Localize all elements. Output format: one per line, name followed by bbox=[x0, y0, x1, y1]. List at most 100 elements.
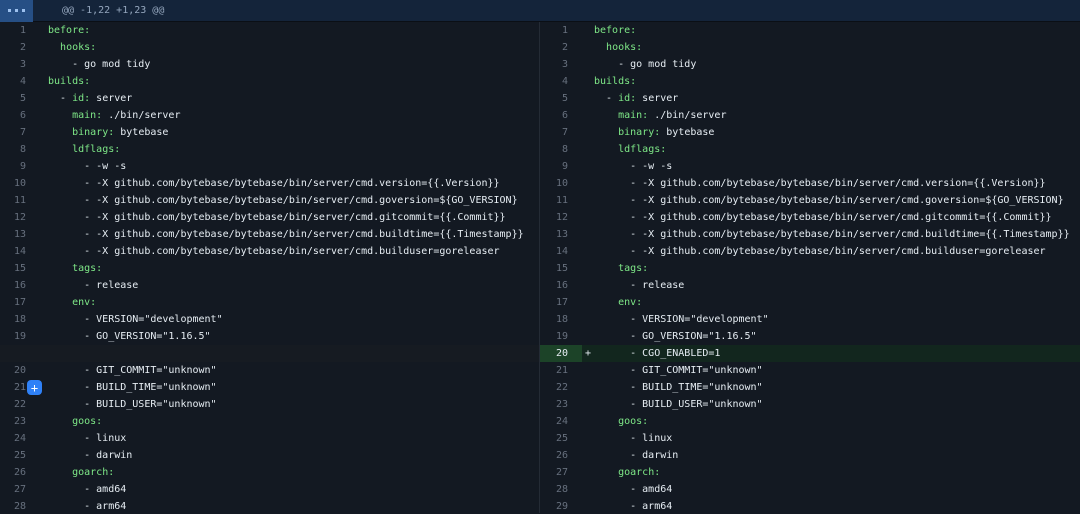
line-number[interactable]: 17 bbox=[540, 294, 582, 311]
line-number[interactable]: 3 bbox=[0, 56, 36, 73]
diff-row: 4builds: bbox=[540, 73, 1080, 90]
code-line: main: ./bin/server bbox=[48, 107, 539, 124]
code-line: builds: bbox=[48, 73, 539, 90]
diff-row: 26 - darwin bbox=[540, 447, 1080, 464]
line-number[interactable]: 11 bbox=[540, 192, 582, 209]
diff-row: 2 hooks: bbox=[0, 39, 539, 56]
line-number[interactable]: 2 bbox=[540, 39, 582, 56]
line-number[interactable]: 7 bbox=[540, 124, 582, 141]
diff-marker bbox=[36, 243, 48, 260]
line-number[interactable]: 20 bbox=[0, 362, 36, 379]
line-number[interactable]: 18 bbox=[0, 311, 36, 328]
line-number[interactable]: 1 bbox=[540, 22, 582, 39]
diff-row: 8 ldflags: bbox=[540, 141, 1080, 158]
hunk-header: @@ -1,22 +1,23 @@ bbox=[62, 5, 164, 16]
line-number[interactable]: 12 bbox=[0, 209, 36, 226]
add-comment-button[interactable]: + bbox=[27, 380, 42, 395]
code-line: - -X github.com/bytebase/bytebase/bin/se… bbox=[594, 226, 1080, 243]
code-line: - -X github.com/bytebase/bytebase/bin/se… bbox=[48, 175, 539, 192]
line-number[interactable]: 17 bbox=[0, 294, 36, 311]
line-number[interactable]: 6 bbox=[0, 107, 36, 124]
diff-row: 18 - VERSION="development" bbox=[0, 311, 539, 328]
line-number[interactable]: 10 bbox=[0, 175, 36, 192]
diff-row: 25 - linux bbox=[540, 430, 1080, 447]
code-line: env: bbox=[594, 294, 1080, 311]
line-number[interactable]: 14 bbox=[540, 243, 582, 260]
line-number[interactable]: 22 bbox=[540, 379, 582, 396]
code-line: - go mod tidy bbox=[48, 56, 539, 73]
diff-marker bbox=[582, 39, 594, 56]
line-number[interactable]: 12 bbox=[540, 209, 582, 226]
line-number[interactable]: 15 bbox=[0, 260, 36, 277]
line-number[interactable]: 21 bbox=[540, 362, 582, 379]
line-number[interactable]: 20 bbox=[540, 345, 582, 362]
line-number[interactable]: 1 bbox=[0, 22, 36, 39]
code-line: ldflags: bbox=[48, 141, 539, 158]
line-number[interactable]: 22 bbox=[0, 396, 36, 413]
line-number[interactable]: 29 bbox=[540, 498, 582, 513]
line-number[interactable]: 2 bbox=[0, 39, 36, 56]
diff-marker bbox=[36, 107, 48, 124]
line-number[interactable]: 23 bbox=[540, 396, 582, 413]
line-number[interactable]: 9 bbox=[0, 158, 36, 175]
line-number[interactable]: 24 bbox=[540, 413, 582, 430]
diff-row: 6 main: ./bin/server bbox=[540, 107, 1080, 124]
diff-row: 19 - GO_VERSION="1.16.5" bbox=[0, 328, 539, 345]
line-number[interactable]: 9 bbox=[540, 158, 582, 175]
line-number[interactable]: 16 bbox=[0, 277, 36, 294]
diff-marker bbox=[582, 277, 594, 294]
line-number[interactable]: 26 bbox=[0, 464, 36, 481]
line-number[interactable]: 28 bbox=[540, 481, 582, 498]
code-line: goarch: bbox=[594, 464, 1080, 481]
line-number[interactable]: 18 bbox=[540, 311, 582, 328]
line-number[interactable]: 5 bbox=[0, 90, 36, 107]
line-number[interactable]: 23 bbox=[0, 413, 36, 430]
line-number[interactable]: 8 bbox=[540, 141, 582, 158]
diff-row: 12 - -X github.com/bytebase/bytebase/bin… bbox=[0, 209, 539, 226]
line-number[interactable]: 24 bbox=[0, 430, 36, 447]
code-line: - amd64 bbox=[48, 481, 539, 498]
line-number[interactable]: 13 bbox=[0, 226, 36, 243]
diff-marker bbox=[582, 413, 594, 430]
code-line: binary: bytebase bbox=[48, 124, 539, 141]
line-number[interactable]: 6 bbox=[540, 107, 582, 124]
line-number[interactable]: 19 bbox=[540, 328, 582, 345]
line-number[interactable]: 16 bbox=[540, 277, 582, 294]
line-number[interactable]: 27 bbox=[0, 481, 36, 498]
line-number[interactable]: 28 bbox=[0, 498, 36, 513]
diff-marker bbox=[36, 294, 48, 311]
line-number[interactable]: 8 bbox=[0, 141, 36, 158]
diff-marker bbox=[582, 498, 594, 513]
line-number[interactable]: 25 bbox=[540, 430, 582, 447]
diff-row: 26 goarch: bbox=[0, 464, 539, 481]
line-number[interactable]: 11 bbox=[0, 192, 36, 209]
line-number[interactable]: 26 bbox=[540, 447, 582, 464]
line-number[interactable]: 3 bbox=[540, 56, 582, 73]
line-number[interactable]: 15 bbox=[540, 260, 582, 277]
diff-row: 16 - release bbox=[540, 277, 1080, 294]
line-number[interactable]: 27 bbox=[540, 464, 582, 481]
line-number[interactable]: 5 bbox=[540, 90, 582, 107]
code-line: - -X github.com/bytebase/bytebase/bin/se… bbox=[48, 209, 539, 226]
expand-diff-button[interactable] bbox=[0, 0, 33, 22]
diff-row: 6 main: ./bin/server bbox=[0, 107, 539, 124]
code-line: goos: bbox=[48, 413, 539, 430]
line-number[interactable]: 10 bbox=[540, 175, 582, 192]
line-number[interactable]: 14 bbox=[0, 243, 36, 260]
diff-row: 13 - -X github.com/bytebase/bytebase/bin… bbox=[0, 226, 539, 243]
diff-marker bbox=[36, 345, 48, 362]
diff-empty-row bbox=[0, 345, 539, 362]
diff-marker bbox=[582, 481, 594, 498]
code-line: - -X github.com/bytebase/bytebase/bin/se… bbox=[594, 192, 1080, 209]
line-number[interactable]: 25 bbox=[0, 447, 36, 464]
diff-row: 11 - -X github.com/bytebase/bytebase/bin… bbox=[0, 192, 539, 209]
line-number[interactable]: 19 bbox=[0, 328, 36, 345]
diff-row: 20 - GIT_COMMIT="unknown" bbox=[0, 362, 539, 379]
line-number[interactable]: 7 bbox=[0, 124, 36, 141]
line-number[interactable]: 4 bbox=[0, 73, 36, 90]
line-number[interactable]: 4 bbox=[540, 73, 582, 90]
code-line: - BUILD_TIME="unknown" bbox=[594, 379, 1080, 396]
diff-marker bbox=[36, 260, 48, 277]
code-line: - VERSION="development" bbox=[594, 311, 1080, 328]
line-number[interactable]: 13 bbox=[540, 226, 582, 243]
